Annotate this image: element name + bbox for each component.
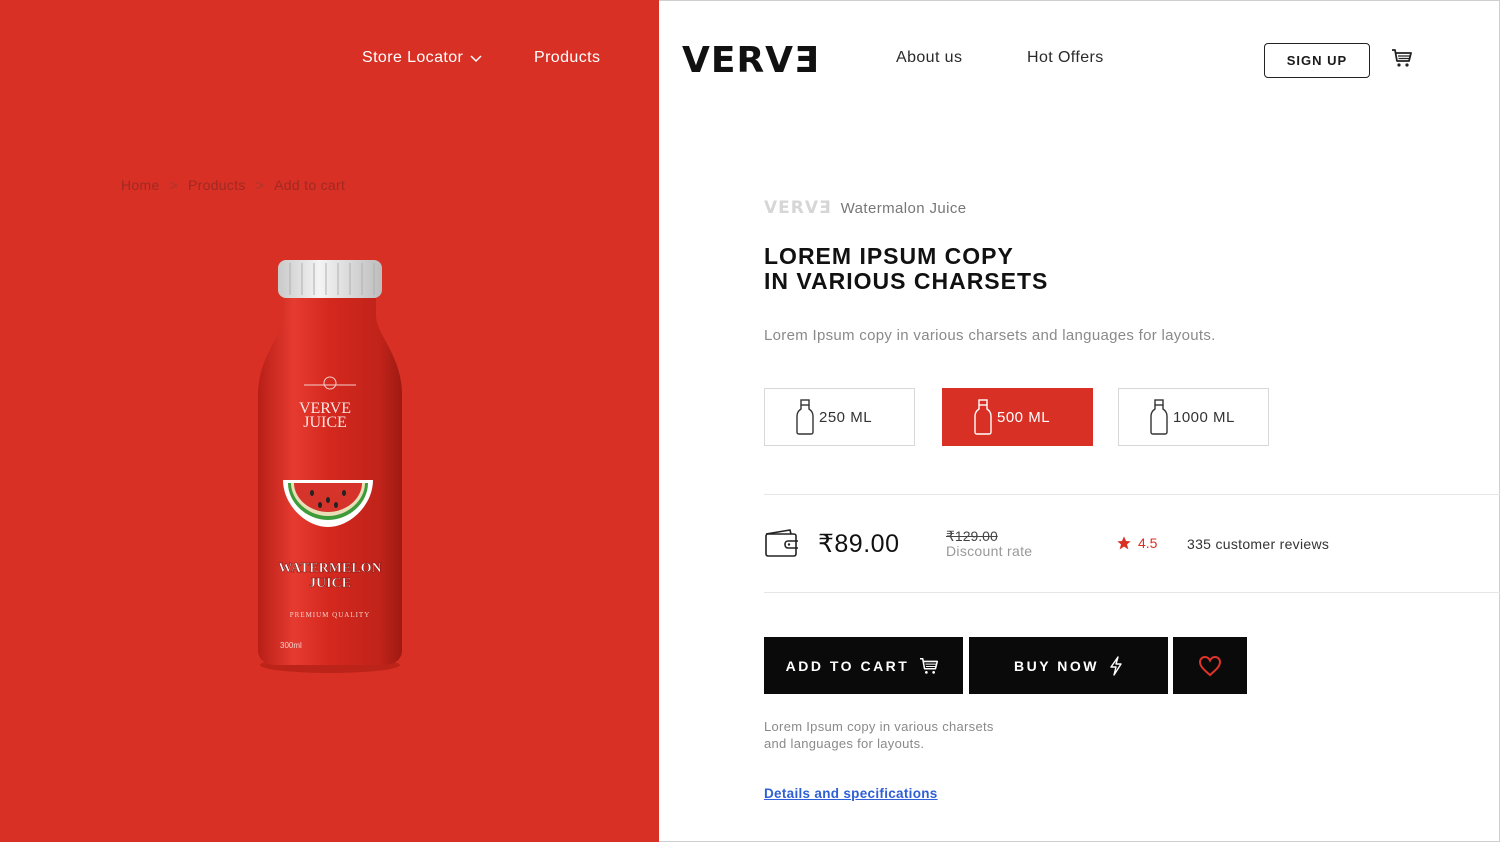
size-option-250[interactable]: 250 ML [764, 388, 915, 446]
nav-products[interactable]: Products [534, 49, 600, 67]
brand-mini-logo: VERVƎ [764, 198, 832, 218]
note-line2: and languages for layouts. [764, 736, 925, 751]
reviews-link[interactable]: 335 customer reviews [1187, 536, 1329, 552]
nav-about-us[interactable]: About us [896, 49, 962, 67]
bottle-icon [1150, 399, 1168, 435]
discount-label: Discount rate [946, 543, 1033, 559]
brand-logo[interactable]: VERVƎ [682, 40, 820, 81]
sign-up-button[interactable]: SIGN UP [1264, 43, 1370, 78]
bottle-quality: PREMIUM QUALITY [290, 611, 371, 619]
lightning-icon [1110, 655, 1122, 676]
product-note: Lorem Ipsum copy in various charsets and… [764, 718, 994, 752]
heart-icon [1198, 655, 1222, 676]
note-line1: Lorem Ipsum copy in various charsets [764, 719, 994, 734]
size-option-1000[interactable]: 1000 ML [1118, 388, 1269, 446]
details-specifications-link[interactable]: Details and specifications [764, 786, 938, 801]
divider [764, 592, 1500, 593]
product-brand-line: VERVƎ Watermalon Juice [764, 198, 967, 218]
bottle-icon [974, 399, 992, 435]
rating-value: 4.5 [1138, 535, 1158, 551]
nav-hot-offers[interactable]: Hot Offers [1027, 49, 1104, 67]
breadcrumb-products[interactable]: Products [188, 177, 246, 193]
product-title-line2: IN VARIOUS CHARSETS [764, 268, 1049, 294]
current-price: ₹89.00 [818, 530, 900, 558]
buy-now-label: BUY NOW [1014, 657, 1099, 674]
bottle-label-line1: WATERMELON [278, 561, 381, 576]
divider [764, 494, 1500, 495]
nav-store-locator[interactable]: Store Locator [362, 49, 483, 67]
wishlist-button[interactable] [1173, 637, 1247, 694]
size-label: 1000 ML [1173, 408, 1235, 426]
juice-bottle-image: VERVE JUICE WATERMELON JUICE PREMIUM QUA… [258, 260, 402, 673]
add-to-cart-button[interactable]: ADD TO CART [764, 637, 963, 694]
product-name: Watermalon Juice [840, 199, 967, 217]
nav-hot-offers-label: Hot Offers [1027, 49, 1104, 66]
bottle-label-line2: JUICE [309, 576, 351, 591]
add-to-cart-label: ADD TO CART [785, 657, 910, 674]
wallet-icon [765, 529, 798, 557]
bottle-icon [796, 399, 814, 435]
product-title: LOREM IPSUM COPY IN VARIOUS CHARSETS [764, 244, 1184, 294]
buy-now-button[interactable]: BUY NOW [969, 637, 1168, 694]
nav-products-label: Products [534, 49, 601, 66]
cart-icon [920, 657, 939, 674]
rating: 4.5 [1116, 535, 1157, 551]
size-option-500[interactable]: 500 ML [942, 388, 1093, 446]
breadcrumb-add-to-cart[interactable]: Add to cart [274, 177, 345, 193]
nav-store-locator-label: Store Locator [362, 49, 464, 66]
breadcrumb-separator: > [255, 177, 265, 193]
cart-icon[interactable] [1390, 46, 1414, 70]
bottle-volume: 300ml [280, 641, 302, 650]
star-icon [1117, 536, 1131, 550]
breadcrumb-separator: > [169, 177, 179, 193]
nav-about-us-label: About us [896, 49, 963, 66]
breadcrumb-home[interactable]: Home [121, 177, 160, 193]
breadcrumb: Home > Products > Add to cart [121, 177, 345, 193]
product-description: Lorem Ipsum copy in various charsets and… [764, 327, 1216, 344]
size-label: 250 ML [819, 408, 873, 426]
chevron-down-icon [470, 55, 482, 63]
product-image: VERVE JUICE WATERMELON JUICE PREMIUM QUA… [250, 255, 410, 675]
bottle-brand-line2: JUICE [303, 414, 347, 431]
size-label: 500 ML [997, 408, 1051, 426]
product-title-line1: LOREM IPSUM COPY [764, 243, 1014, 269]
